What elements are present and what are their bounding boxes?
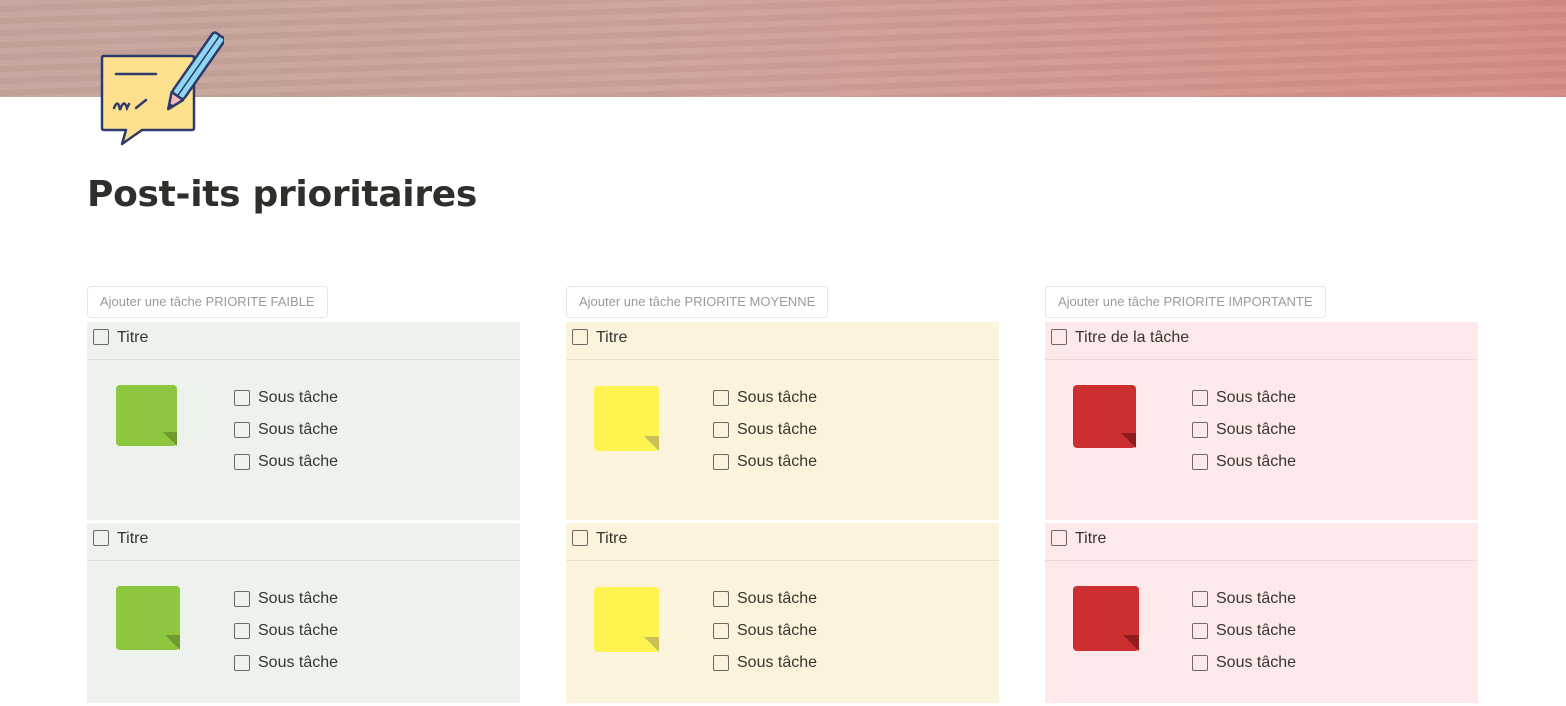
red-sticky-note-icon (1073, 385, 1136, 448)
subtask-checkbox[interactable] (1192, 422, 1208, 438)
task-card[interactable]: Titre Sous tâche Sous tâche Sous tâche (1045, 523, 1478, 703)
task-title[interactable]: Titre (117, 329, 148, 347)
subtask-checkbox[interactable] (1192, 591, 1208, 607)
task-title[interactable]: Titre (1075, 530, 1106, 548)
yellow-sticky-note-icon (594, 386, 659, 451)
page-cover[interactable] (0, 0, 1566, 97)
subtask-label[interactable]: Sous tâche (258, 389, 338, 407)
add-medium-priority-task-button[interactable]: Ajouter une tâche PRIORITE MOYENNE (566, 286, 829, 318)
subtask-label[interactable]: Sous tâche (1216, 622, 1296, 640)
subtask-label[interactable]: Sous tâche (1216, 590, 1296, 608)
subtask-label[interactable]: Sous tâche (737, 389, 817, 407)
subtask-checkbox[interactable] (713, 591, 729, 607)
subtask-checkbox[interactable] (713, 422, 729, 438)
subtask-label[interactable]: Sous tâche (1216, 453, 1296, 471)
task-checkbox[interactable] (572, 530, 588, 546)
card-header: Titre de la tâche (1045, 322, 1478, 360)
subtask-label[interactable]: Sous tâche (737, 622, 817, 640)
subtask-checkbox[interactable] (234, 390, 250, 406)
task-checkbox[interactable] (1051, 329, 1067, 345)
column-low-priority: Ajouter une tâche PRIORITE FAIBLE Titre … (87, 286, 520, 703)
task-card[interactable]: Titre Sous tâche Sous tâche Sous tâche (566, 523, 999, 703)
subtask-checkbox[interactable] (234, 454, 250, 470)
subtask-label[interactable]: Sous tâche (737, 421, 817, 439)
subtask-checkbox[interactable] (234, 623, 250, 639)
red-sticky-note-icon (1073, 586, 1139, 651)
green-sticky-note-icon (116, 385, 177, 446)
subtask-label[interactable]: Sous tâche (258, 590, 338, 608)
card-header: Titre (1045, 523, 1478, 561)
subtask-checkbox[interactable] (713, 655, 729, 671)
subtask-label[interactable]: Sous tâche (1216, 654, 1296, 672)
task-checkbox[interactable] (93, 530, 109, 546)
subtask-label[interactable]: Sous tâche (1216, 389, 1296, 407)
subtask-label[interactable]: Sous tâche (258, 453, 338, 471)
task-checkbox[interactable] (572, 329, 588, 345)
subtask-checkbox[interactable] (1192, 655, 1208, 671)
subtask-label[interactable]: Sous tâche (737, 590, 817, 608)
task-card[interactable]: Titre Sous tâche Sous tâche Sous tâche (566, 322, 999, 520)
subtask-checkbox[interactable] (234, 655, 250, 671)
task-title[interactable]: Titre (596, 530, 627, 548)
subtask-checkbox[interactable] (713, 454, 729, 470)
subtask-checkbox[interactable] (1192, 390, 1208, 406)
card-header: Titre (566, 523, 999, 561)
yellow-sticky-note-icon (594, 587, 659, 652)
subtask-label[interactable]: Sous tâche (258, 421, 338, 439)
green-sticky-note-icon (116, 586, 180, 650)
task-card[interactable]: Titre Sous tâche Sous tâche Sous tâche (87, 322, 520, 520)
subtask-checkbox[interactable] (234, 422, 250, 438)
note-pencil-icon[interactable] (94, 28, 226, 148)
card-header: Titre (566, 322, 999, 360)
add-high-priority-task-button[interactable]: Ajouter une tâche PRIORITE IMPORTANTE (1045, 286, 1326, 318)
subtask-label[interactable]: Sous tâche (737, 654, 817, 672)
task-card[interactable]: Titre de la tâche Sous tâche Sous tâche … (1045, 322, 1478, 520)
subtask-label[interactable]: Sous tâche (737, 453, 817, 471)
subtask-checkbox[interactable] (1192, 623, 1208, 639)
card-header: Titre (87, 523, 520, 561)
task-title[interactable]: Titre de la tâche (1075, 329, 1189, 347)
subtask-checkbox[interactable] (713, 390, 729, 406)
task-card[interactable]: Titre Sous tâche Sous tâche Sous tâche (87, 523, 520, 703)
task-title[interactable]: Titre (117, 530, 148, 548)
task-checkbox[interactable] (93, 329, 109, 345)
task-checkbox[interactable] (1051, 530, 1067, 546)
subtask-label[interactable]: Sous tâche (1216, 421, 1296, 439)
subtask-checkbox[interactable] (713, 623, 729, 639)
column-high-priority: Ajouter une tâche PRIORITE IMPORTANTE Ti… (1045, 286, 1478, 703)
subtask-checkbox[interactable] (1192, 454, 1208, 470)
subtask-label[interactable]: Sous tâche (258, 654, 338, 672)
page-title[interactable]: Post-its prioritaires (87, 174, 477, 215)
column-medium-priority: Ajouter une tâche PRIORITE MOYENNE Titre… (566, 286, 999, 703)
subtask-label[interactable]: Sous tâche (258, 622, 338, 640)
task-title[interactable]: Titre (596, 329, 627, 347)
subtask-checkbox[interactable] (234, 591, 250, 607)
add-low-priority-task-button[interactable]: Ajouter une tâche PRIORITE FAIBLE (87, 286, 328, 318)
card-header: Titre (87, 322, 520, 360)
